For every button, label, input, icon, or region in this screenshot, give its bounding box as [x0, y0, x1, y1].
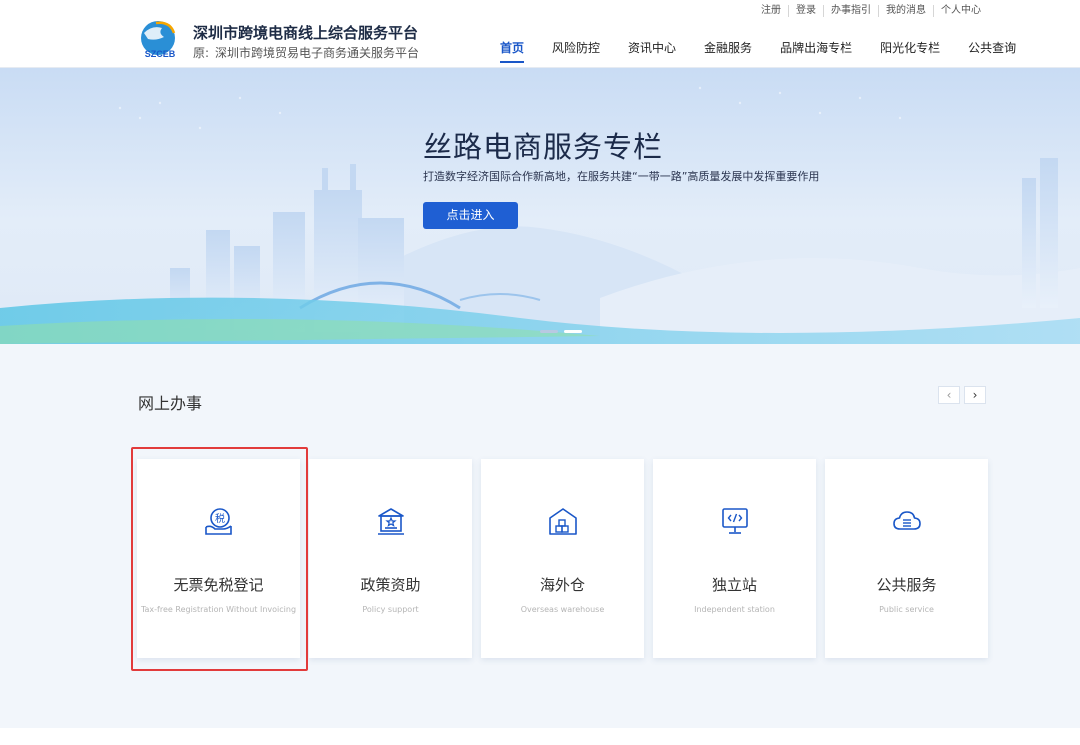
nav-public-query[interactable]: 公共查询	[954, 41, 1030, 65]
nav-home[interactable]: 首页	[486, 41, 538, 65]
card-subtitle: Independent station	[694, 605, 775, 614]
brand-sub-prefix: 原:	[193, 46, 210, 60]
nav-news[interactable]: 资讯中心	[614, 41, 690, 65]
card-subtitle: Policy support	[362, 605, 419, 614]
carousel-dot-2[interactable]	[564, 330, 582, 333]
user-center-link[interactable]: 个人中心	[933, 5, 988, 17]
carousel-dot-1[interactable]	[540, 330, 558, 333]
prev-button[interactable]: ‹	[938, 386, 960, 404]
header: SZCEB 深圳市跨境电商线上综合服务平台 原: 深圳市跨境贸易电子商务通关服务平…	[0, 0, 1080, 68]
brand-sub-text: 深圳市跨境贸易电子商务通关服务平台	[215, 46, 420, 60]
guide-link[interactable]: 办事指引	[823, 5, 878, 17]
footer-strip	[0, 728, 1080, 745]
card-subtitle: Overseas warehouse	[520, 605, 605, 614]
card-title: 海外仓	[539, 576, 585, 594]
nav-brand-overseas[interactable]: 品牌出海专栏	[766, 41, 866, 65]
banner-enter-button[interactable]: 点击进入	[423, 202, 518, 229]
card-public-service[interactable]: 公共服务 Public service	[825, 459, 988, 658]
card-overseas-warehouse[interactable]: 海外仓 Overseas warehouse	[481, 459, 644, 658]
card-policy-support[interactable]: 政策资助 Policy support	[309, 459, 472, 658]
hero-banner[interactable]: 丝路电商服务专栏 打造数字经济国际合作新高地，在服务共建“一带一路”高质量发展中…	[0, 68, 1080, 344]
register-link[interactable]: 注册	[754, 5, 788, 17]
policy-building-icon	[378, 508, 404, 535]
brand-title: 深圳市跨境电商线上综合服务平台	[193, 24, 419, 42]
warehouse-icon	[549, 508, 577, 535]
cloud-service-icon	[893, 511, 921, 530]
card-title: 独立站	[711, 576, 757, 594]
banner-illustration	[0, 86, 1080, 344]
next-button[interactable]: ›	[964, 386, 986, 404]
card-independent-station[interactable]: 独立站 Independent station	[653, 459, 816, 658]
brand-subtitle: 原: 深圳市跨境贸易电子商务通关服务平台	[193, 44, 419, 61]
carousel-dots	[540, 330, 582, 333]
banner-subtitle: 打造数字经济国际合作新高地，在服务共建“一带一路”高质量发展中发挥重要作用	[423, 170, 820, 183]
utility-links: 注册 登录 办事指引 我的消息 个人中心	[754, 5, 988, 17]
messages-link[interactable]: 我的消息	[878, 5, 933, 17]
main-nav: 首页 风险防控 资讯中心 金融服务 品牌出海专栏 阳光化专栏 公共查询	[486, 41, 1030, 65]
nav-risk-control[interactable]: 风险防控	[538, 41, 614, 65]
card-subtitle: Public service	[879, 605, 934, 614]
nav-finance[interactable]: 金融服务	[690, 41, 766, 65]
login-link[interactable]: 登录	[788, 5, 823, 17]
monitor-code-icon	[722, 508, 748, 534]
szceb-logo[interactable]: SZCEB	[136, 19, 184, 61]
card-title: 公共服务	[876, 576, 937, 594]
nav-sunshine[interactable]: 阳光化专栏	[866, 41, 954, 65]
section-title: 网上办事	[138, 394, 203, 413]
logo-text: SZCEB	[145, 49, 176, 59]
card-title: 政策资助	[360, 576, 421, 594]
card-pager: ‹ ›	[938, 386, 986, 404]
highlight-box	[131, 447, 308, 671]
banner-title: 丝路电商服务专栏	[423, 130, 664, 164]
